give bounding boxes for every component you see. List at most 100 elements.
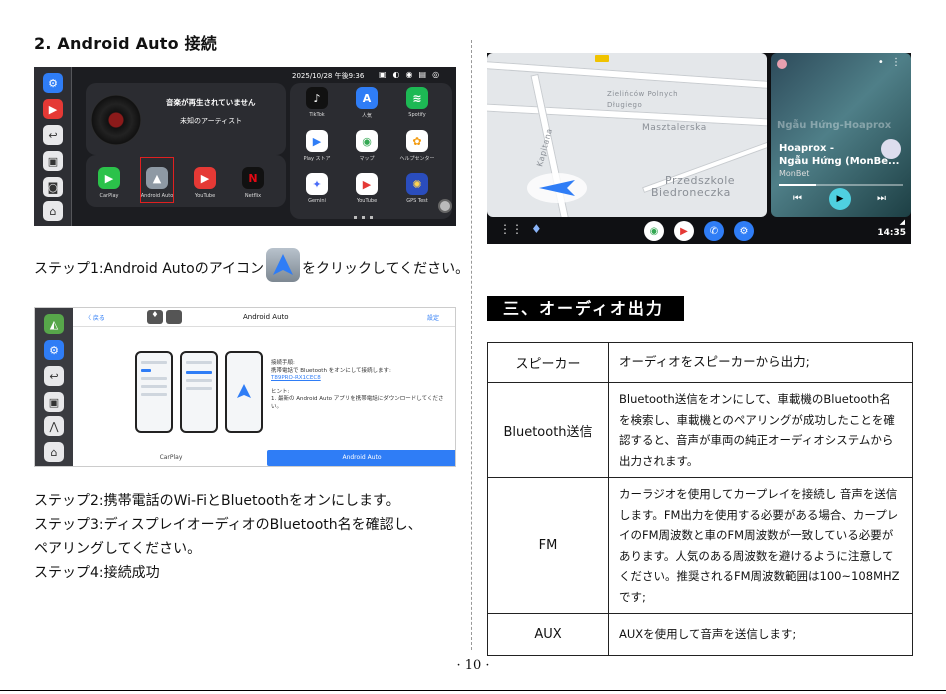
app-label: Play ストア (303, 156, 331, 162)
launcher-screenshot: ⚙ ▶ ↩ ▣ ◙ ⌂ 2025/10/28 午後9:36 ▣◐◉▤◎ 音楽が再… (34, 67, 456, 226)
table-row: FM カーラジオを使用してカープレイを接続し 音声を送信します。FM出力を使用す… (487, 477, 913, 614)
phone-illustration (225, 351, 263, 433)
youtube-app-icon[interactable]: ▶ (194, 167, 216, 189)
table-value: Bluetooth送信をオンにして、車載機のBluetooth名を検索し、車載機… (608, 382, 913, 478)
step1: ステップ1:Android Autoのアイコン をクリックしてください。 (34, 248, 469, 286)
home-icon[interactable]: ⌂ (43, 201, 63, 221)
mic-icon[interactable]: ♦ (147, 310, 163, 324)
android-auto-logo-icon (237, 384, 251, 398)
carplay-icon[interactable]: ▶ (98, 167, 120, 189)
assistant-bubble-icon[interactable] (881, 139, 901, 159)
device-name: T89PRO-RX1CEC8 (271, 375, 321, 381)
next-icon[interactable]: ⏭ (877, 193, 886, 204)
pairing-title: Android Auto (243, 313, 289, 321)
home-icon[interactable]: ⌂ (44, 442, 64, 462)
android-auto-tab[interactable]: Android Auto (267, 450, 455, 466)
gemini-icon[interactable]: ✦ (306, 173, 328, 195)
page-number: · 10 · (456, 658, 490, 673)
road-sign (595, 55, 609, 62)
track-artist: MonBet (779, 169, 810, 178)
netflix-icon[interactable]: N (242, 167, 264, 189)
youtube-icon[interactable]: ▶ (43, 99, 63, 119)
pairing-guide: 接続手順: 携帯電話で Bluetooth をオンにして接続します: T89PR… (271, 360, 451, 411)
table-value: AUXを使用して音声を送信します; (608, 613, 913, 656)
column-divider (471, 40, 472, 650)
youtube-icon[interactable]: ▶ (674, 221, 694, 241)
back-icon[interactable]: ↩ (44, 366, 64, 386)
app-label: ヘルプセンター (399, 156, 435, 162)
play-store-icon[interactable]: ▶ (306, 130, 328, 152)
track-subtitle: Ngẫu Hứng (MonBe... (779, 156, 900, 167)
progress-track[interactable] (779, 184, 903, 186)
assistive-ball[interactable] (438, 199, 452, 213)
album-banner: Ngẫu Hứng-Hoaprox (777, 120, 892, 131)
dock-label: YouTube (194, 193, 216, 199)
app-launcher-icon[interactable]: ⋮⋮ (499, 222, 523, 236)
maps-icon[interactable]: ◉ (644, 221, 664, 241)
youtube-grid-icon[interactable]: ▶ (356, 173, 378, 195)
back-link[interactable]: 〈 戻る (85, 313, 105, 322)
audio-output-heading: 三、オーディオ出力 (487, 296, 684, 321)
dock-label: CarPlay (99, 193, 119, 199)
app-label: マップ (359, 156, 375, 162)
clock: 14:35 (877, 228, 906, 238)
hint-title: ヒント: (271, 388, 290, 395)
maps-icon[interactable]: ◭ (44, 314, 64, 334)
app-label: Gemini (308, 198, 326, 204)
phone-illustration (135, 351, 173, 433)
settings-link[interactable]: 設定 (427, 313, 439, 322)
settings-icon[interactable]: ⚙ (44, 340, 64, 360)
assistant-icon[interactable] (166, 310, 182, 324)
android-auto-icon[interactable]: ▲ (146, 167, 168, 189)
pairing-screenshot: ◭ ⚙ ↩ ▣ ⋀ ⌂ 〈 戻る ♦ Android Auto 設定 接続手順:… (34, 307, 456, 467)
dock-label: Android Auto (140, 193, 174, 199)
audio-output-table: スピーカー オーディオをスピーカーから出力; Bluetooth送信 Bluet… (487, 342, 913, 656)
hint-line: 1. 最新の Android Auto アプリを携帯電話にダウンロードしてくださ… (271, 396, 444, 410)
nav-arrow-icon (527, 173, 587, 203)
app-label: 人気 (361, 113, 372, 119)
header-divider (73, 326, 455, 327)
guide-line: 携帯電話で Bluetooth をオンにして接続します: (271, 367, 391, 374)
back-icon[interactable]: ↩ (43, 125, 63, 145)
spotify-icon[interactable]: ≋ (406, 87, 428, 109)
settings-icon[interactable]: ⚙ (43, 73, 63, 93)
navigation-map[interactable]: Zielińców Polnych Długiego Masztalerska … (487, 53, 767, 217)
maps-icon[interactable]: ◉ (356, 130, 378, 152)
play-icon[interactable]: ▶ (829, 188, 851, 210)
table-key: FM (487, 477, 609, 614)
table-value: オーディオをスピーカーから出力; (608, 342, 913, 383)
tiktok-icon[interactable]: ♪ (306, 87, 328, 109)
app-label: Spotify (408, 112, 426, 118)
window-icon[interactable]: ▣ (44, 392, 64, 412)
table-value: カーラジオを使用してカープレイを接続し 音声を送信します。FM出力を使用する必要… (608, 477, 913, 614)
more-icon[interactable]: • ⋮ (878, 57, 903, 68)
app-label: YouTube (356, 198, 378, 204)
launcher-sidebar: ⚙ ▶ ↩ ▣ ◙ ⌂ (34, 67, 72, 226)
mic-icon[interactable]: ♦ (531, 222, 542, 236)
previous-icon[interactable]: ⏮ (793, 193, 802, 204)
road-icon[interactable]: ⋀ (44, 416, 64, 436)
table-row: AUX AUXを使用して音声を送信します; (487, 613, 913, 656)
dock-label: Netflix (244, 193, 262, 199)
progress-fill (779, 184, 817, 186)
window-icon[interactable]: ▣ (43, 151, 63, 171)
carplay-tab[interactable]: CarPlay (79, 450, 263, 466)
settings-icon[interactable]: ⚙ (734, 221, 754, 241)
gps-test-icon[interactable]: ✺ (406, 173, 428, 195)
map-label: Zielińców Polnych (607, 90, 679, 98)
signal-icon: ◢ (899, 218, 905, 226)
step1-text-before: ステップ1:Android Autoのアイコン (34, 261, 265, 277)
dock-card: ▶ CarPlay ▲ Android Auto ▶ YouTube N Net… (86, 155, 286, 207)
popular-icon[interactable]: A (356, 87, 378, 109)
help-center-icon[interactable]: ✿ (406, 130, 428, 152)
table-row: スピーカー オーディオをスピーカーから出力; (487, 342, 913, 383)
table-row: Bluetooth送信 Bluetooth送信をオンにして、車載機のBlueto… (487, 382, 913, 478)
media-card[interactable]: • ⋮ Ngẫu Hứng-Hoaprox Hoaprox - Ngẫu Hứn… (771, 53, 911, 217)
aa-bottom-bar: ⋮⋮ ♦ ◉ ▶ ✆ ⚙ ◢ 14:35 (487, 217, 911, 244)
music-card[interactable]: 音楽が再生されていません 未知のアーティスト (86, 83, 286, 155)
camera-icon[interactable]: ◙ (43, 177, 63, 197)
phone-illustration (180, 351, 218, 433)
artist-text: 未知のアーティスト (180, 117, 243, 125)
phone-icon[interactable]: ✆ (704, 221, 724, 241)
android-auto-screenshot: Zielińców Polnych Długiego Masztalerska … (487, 53, 911, 244)
